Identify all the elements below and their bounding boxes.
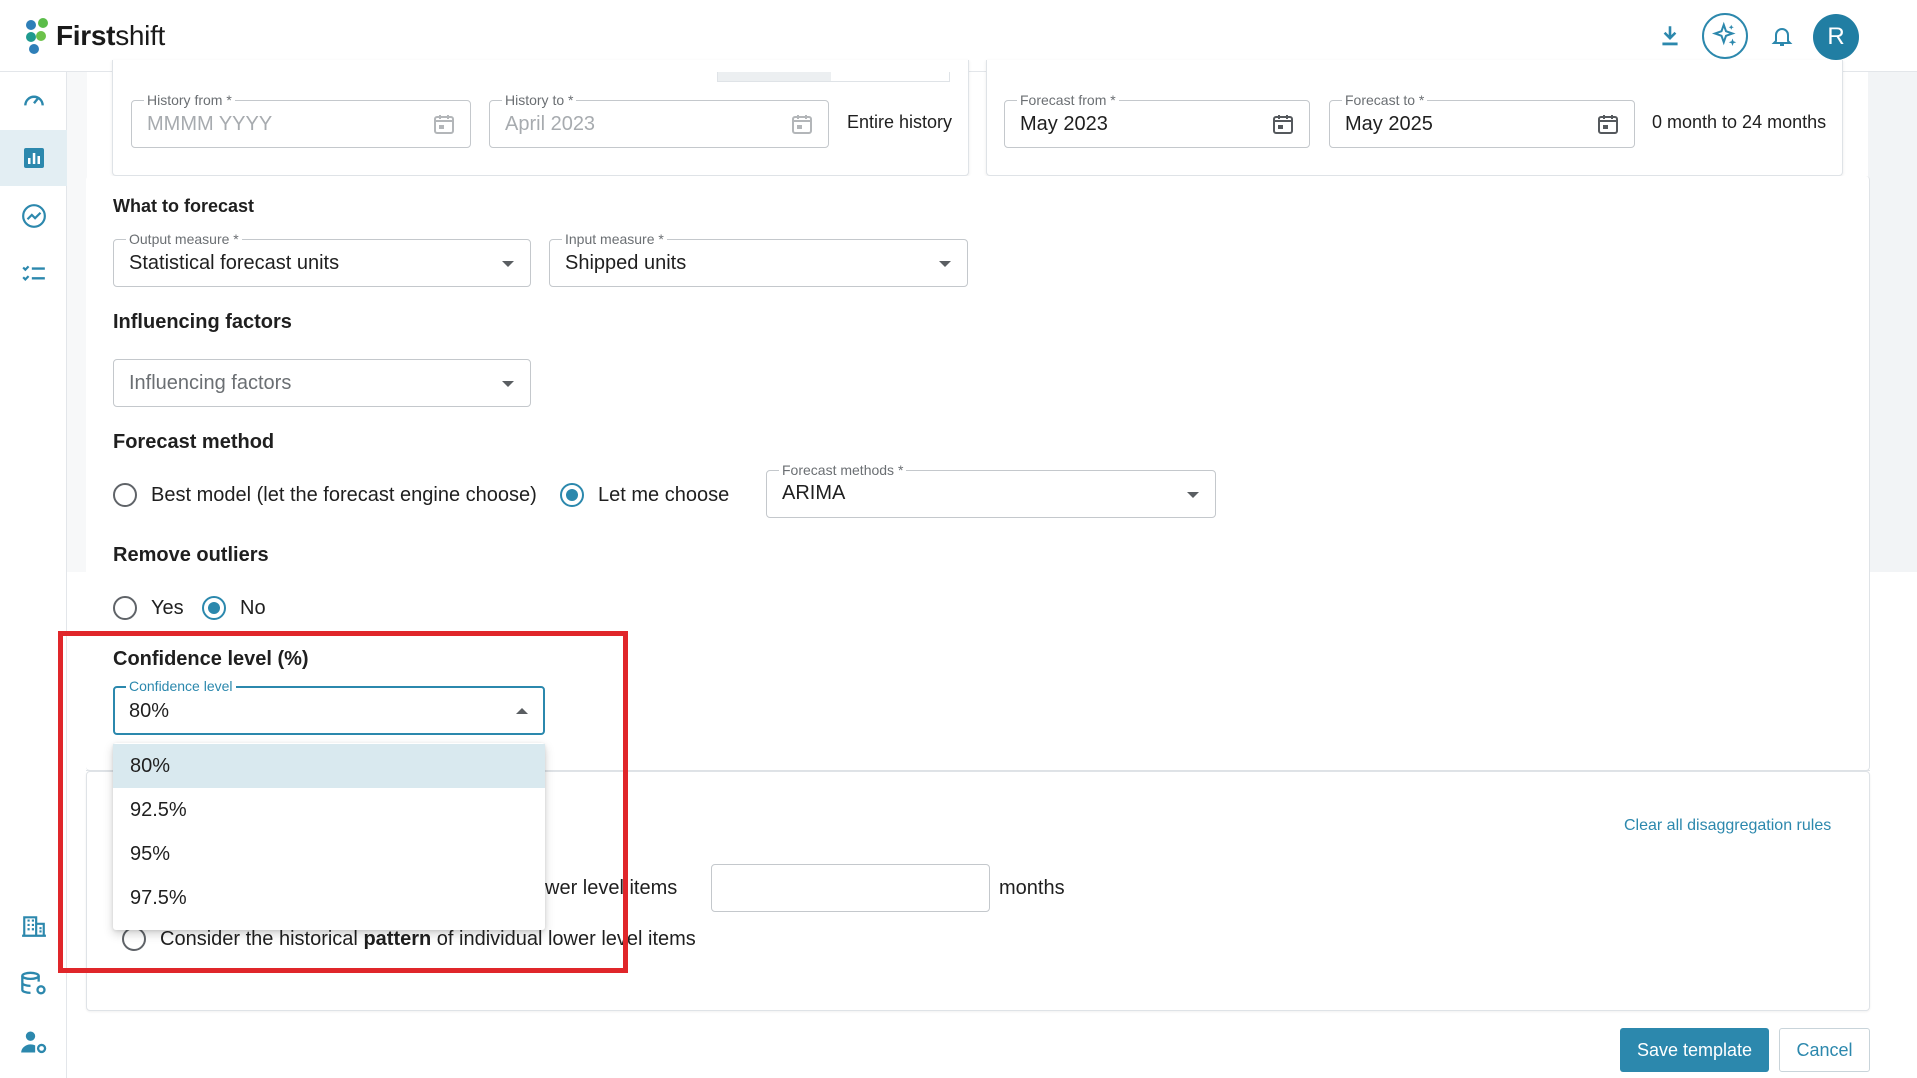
database-gear-icon [20, 971, 46, 995]
radio-best-model[interactable] [113, 483, 137, 507]
checklist-icon [21, 265, 45, 281]
sidebar-item-trends[interactable] [0, 188, 67, 244]
trend-icon [21, 204, 46, 228]
forecast-to-field[interactable]: Forecast to * May 2025 [1329, 92, 1635, 148]
radio-outliers-no[interactable] [202, 596, 226, 620]
cancel-button[interactable]: Cancel [1779, 1028, 1870, 1072]
input-measure-select[interactable]: Input measure * Shipped units [549, 231, 968, 287]
radio-outliers-yes[interactable] [113, 596, 137, 620]
forecast-methods-select[interactable]: Forecast methods * ARIMA [766, 462, 1216, 518]
chevron-down-icon [502, 381, 514, 387]
calendar-icon[interactable] [1271, 112, 1295, 136]
months-unit-label: months [999, 877, 1065, 899]
radio-let-me-choose[interactable] [560, 483, 584, 507]
bar-chart-icon [23, 148, 44, 168]
history-to-value: April 2023 [505, 113, 596, 135]
calendar-icon[interactable] [1596, 112, 1620, 136]
forecast-range-text: 0 month to 24 months [1652, 112, 1827, 132]
chevron-down-icon [939, 261, 951, 267]
user-gear-icon [20, 1031, 46, 1054]
history-from-placeholder: MMMM YYYY [147, 113, 273, 135]
forecast-from-value: May 2023 [1020, 113, 1108, 135]
save-template-button[interactable]: Save template [1620, 1028, 1769, 1072]
chevron-down-icon [1187, 492, 1199, 498]
calendar-icon[interactable] [432, 112, 456, 136]
output-measure-select[interactable]: Output measure * Statistical forecast un… [113, 231, 531, 287]
output-measure-value: Statistical forecast units [129, 252, 340, 274]
entire-history-option[interactable]: Entire history [847, 112, 952, 133]
output-measure-label: Output measure * [126, 231, 242, 247]
forecast-method-title: Forecast method [113, 431, 275, 453]
forecast-methods-label: Forecast methods * [779, 462, 907, 478]
remove-outliers-title: Remove outliers [113, 544, 269, 566]
speedometer-icon [23, 95, 44, 106]
sidebar-item-dashboard[interactable] [0, 72, 67, 128]
outliers-no-label[interactable]: No [240, 597, 266, 620]
panel-gutter-right [1868, 72, 1917, 572]
user-avatar[interactable]: R [1813, 14, 1859, 60]
history-from-field[interactable]: History from * MMMM YYYY [131, 92, 471, 148]
input-measure-label: Input measure * [562, 231, 667, 247]
forecast-from-field[interactable]: Forecast from * May 2023 [1004, 92, 1310, 148]
influencing-factors-placeholder: Influencing factors [129, 372, 292, 394]
outliers-yes-label[interactable]: Yes [151, 597, 184, 620]
history-to-field[interactable]: History to * April 2023 [489, 92, 829, 148]
sidebar-item-tasks[interactable] [0, 246, 67, 302]
sidebar-item-user-settings[interactable] [0, 1014, 67, 1070]
sidebar-item-reports[interactable] [0, 130, 67, 186]
input-measure-value: Shipped units [565, 252, 687, 274]
calendar-icon[interactable] [790, 112, 814, 136]
logo-mark-icon [26, 18, 52, 54]
forecast-to-label: Forecast to * [1342, 92, 1428, 108]
firstshift-logo[interactable]: Firstshift [26, 18, 165, 54]
logo-text: Firstshift [56, 20, 166, 51]
sidebar-item-data-settings[interactable] [0, 956, 67, 1012]
panel-gutter-left [67, 72, 87, 572]
bell-icon[interactable] [1760, 14, 1804, 58]
forecast-to-value: May 2025 [1345, 113, 1433, 135]
let-me-choose-label[interactable]: Let me choose [598, 484, 729, 507]
best-model-label[interactable]: Best model (let the forecast engine choo… [151, 484, 537, 507]
history-toggle-group [717, 72, 950, 82]
building-icon [21, 916, 46, 937]
highlight-box [58, 631, 628, 973]
ai-sparkle-icon[interactable] [1702, 13, 1748, 59]
sidebar [0, 72, 67, 1078]
months-input[interactable] [711, 864, 990, 912]
history-to-label: History to * [502, 92, 577, 108]
influencing-factors-select[interactable]: Influencing factors [113, 359, 531, 407]
download-icon[interactable] [1648, 14, 1692, 58]
forecast-from-label: Forecast from * [1017, 92, 1119, 108]
what-to-forecast-title: What to forecast [113, 196, 255, 216]
influencing-factors-title: Influencing factors [113, 311, 292, 333]
clear-disaggregation-link[interactable]: Clear all disaggregation rules [1624, 817, 1831, 835]
sidebar-item-organization[interactable] [0, 898, 67, 954]
forecast-methods-value: ARIMA [782, 482, 846, 504]
history-from-label: History from * [144, 92, 235, 108]
chevron-down-icon [502, 261, 514, 267]
